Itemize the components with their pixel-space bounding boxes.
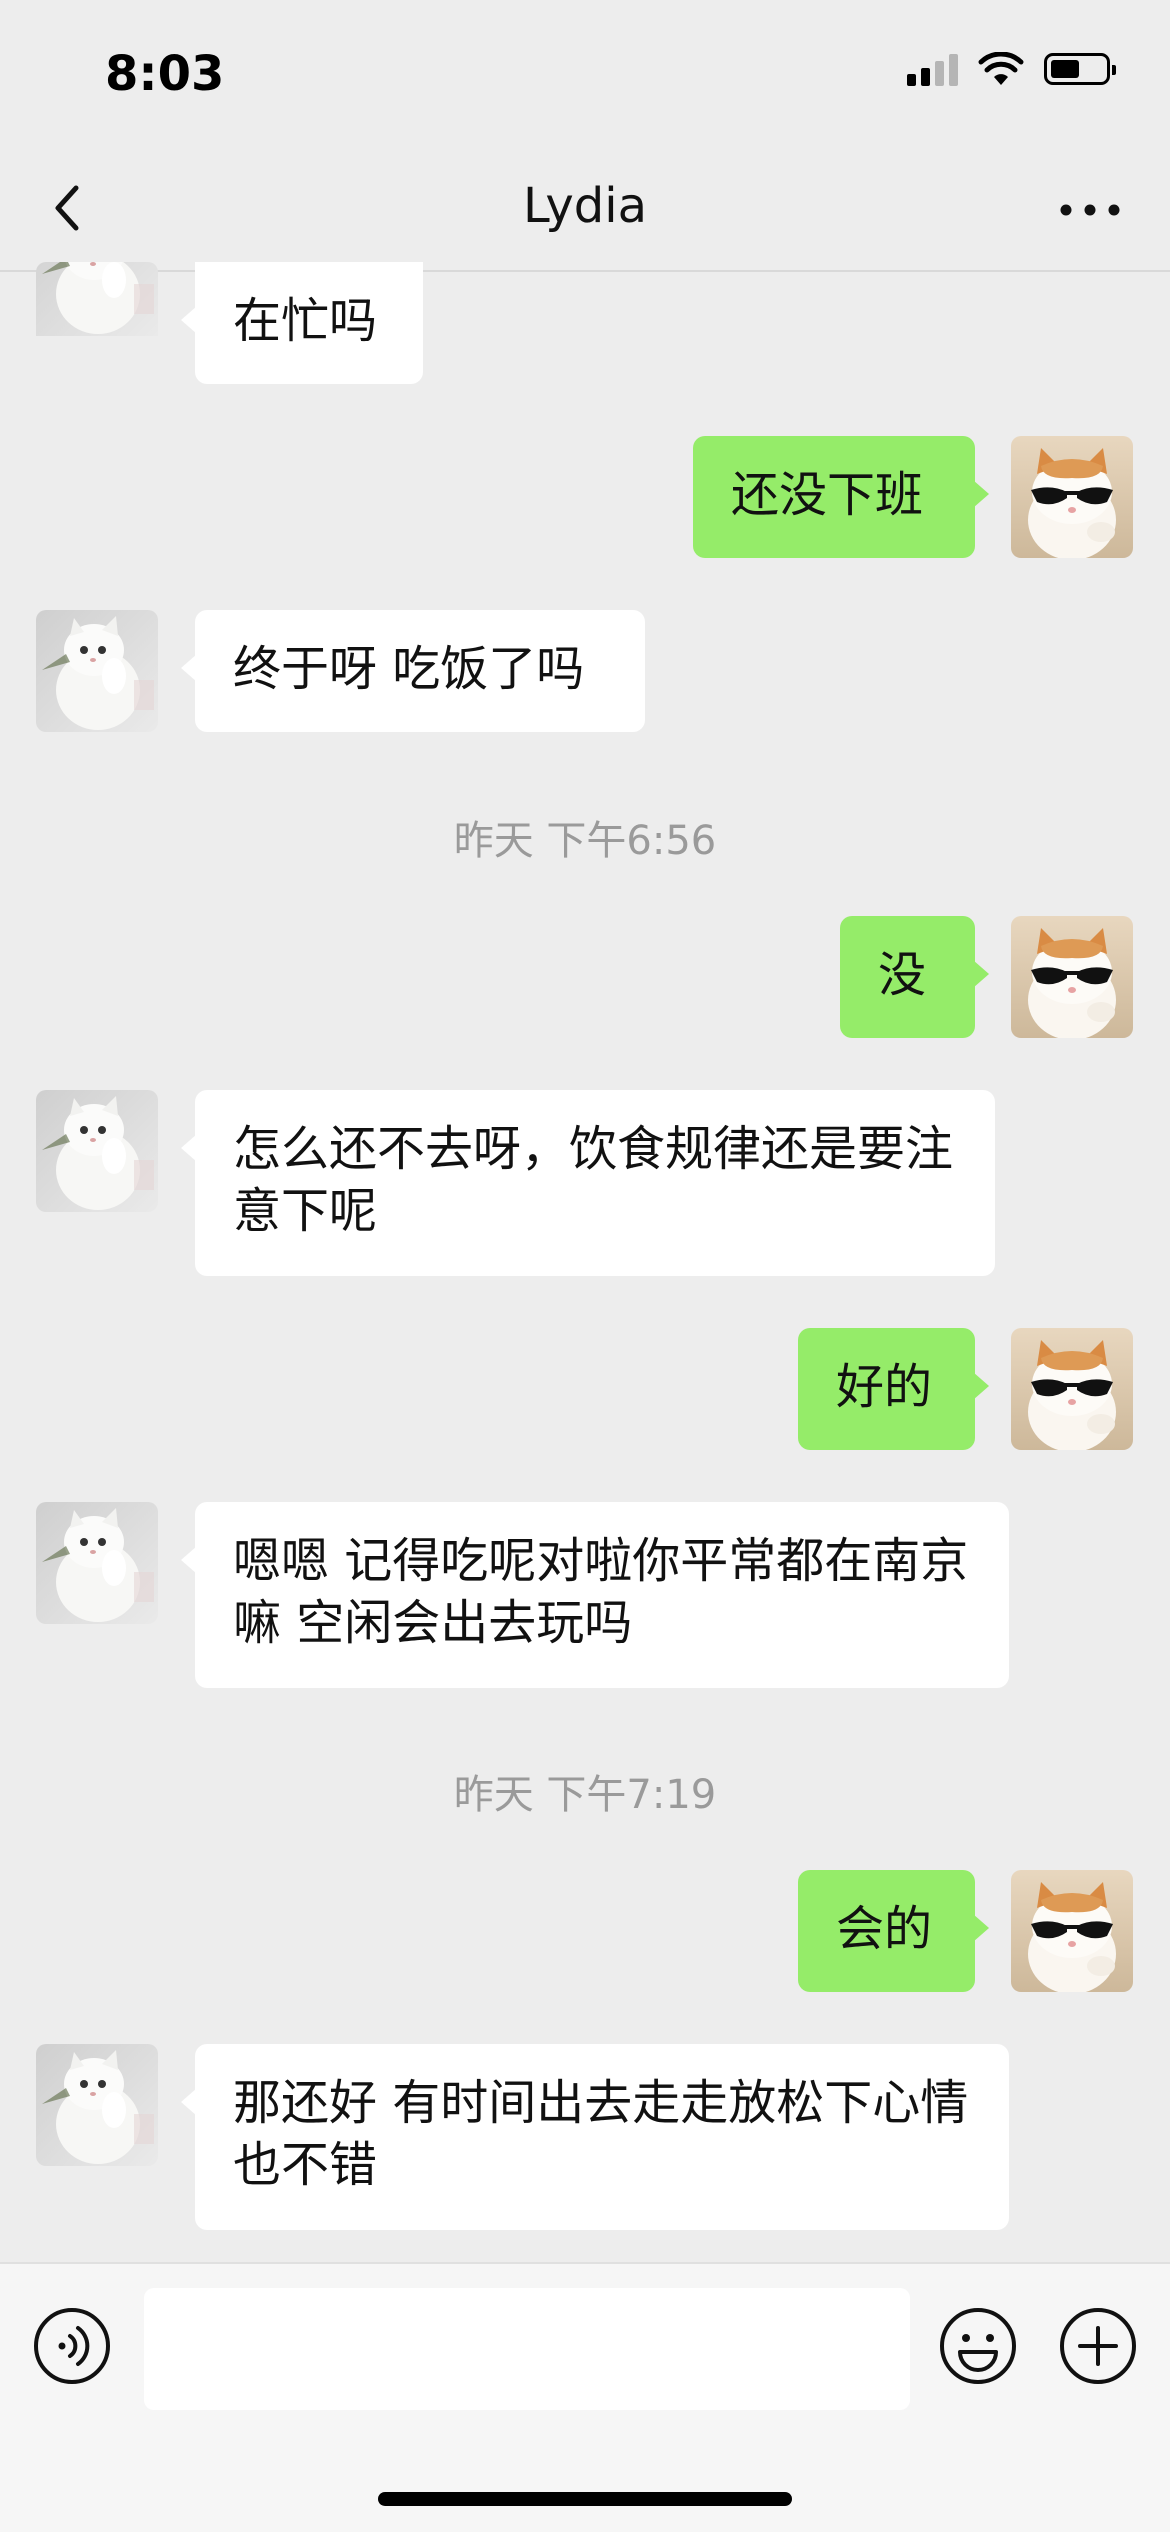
input-bar (0, 2262, 1170, 2532)
outgoing-message[interactable]: 会的 (798, 1870, 989, 1992)
chat-title: Lydia (523, 178, 647, 234)
chat-header: Lydia (0, 150, 1170, 272)
message-input[interactable] (144, 2288, 910, 2410)
my-avatar[interactable] (1011, 1328, 1133, 1450)
message-text: 终于呀 吃饭了吗 (233, 641, 585, 697)
contact-avatar[interactable] (36, 610, 158, 732)
message-timestamp: 昨天 下午7:19 (453, 1772, 717, 1818)
incoming-message[interactable]: 怎么还不去呀，饮食规律还是要注意下呢 (181, 1090, 995, 1276)
voice-icon[interactable] (32, 2306, 112, 2386)
outgoing-message[interactable]: 好的 (798, 1328, 989, 1450)
message-text: 嗯嗯 记得吃呢对啦你平常都在南京嘛 空闲会出去玩吗 (233, 1533, 969, 1651)
emoji-icon[interactable] (938, 2306, 1018, 2386)
my-avatar[interactable] (1011, 1870, 1133, 1992)
cellular-signal-icon (907, 52, 958, 86)
incoming-message[interactable]: 嗯嗯 记得吃呢对啦你平常都在南京嘛 空闲会出去玩吗 (181, 1502, 1009, 1688)
my-avatar[interactable] (1011, 916, 1133, 1038)
contact-avatar[interactable] (36, 1090, 158, 1212)
message-text: 还没下班 (731, 467, 924, 523)
incoming-message[interactable]: 终于呀 吃饭了吗 (181, 610, 645, 732)
outgoing-message[interactable]: 还没下班 (693, 436, 989, 558)
contact-avatar[interactable] (36, 2044, 158, 2166)
more-dots-icon[interactable] (1050, 180, 1130, 240)
outgoing-message[interactable]: 没 (840, 916, 989, 1038)
incoming-message[interactable]: 那还好 有时间出去走走放松下心情也不错 (181, 2044, 1009, 2230)
status-time: 8:03 (105, 46, 225, 102)
home-indicator[interactable] (378, 2492, 792, 2506)
message-text: 会的 (836, 1901, 933, 1957)
message-text: 没 (878, 947, 927, 1003)
message-text: 怎么还不去呀，饮食规律还是要注意下呢 (233, 1121, 954, 1239)
status-icons (907, 52, 1116, 86)
plus-icon[interactable] (1058, 2306, 1138, 2386)
contact-avatar[interactable] (36, 1502, 158, 1624)
my-avatar[interactable] (1011, 436, 1133, 558)
message-timestamp: 昨天 下午6:56 (453, 818, 717, 864)
message-text: 好的 (836, 1359, 933, 1415)
battery-icon (1044, 53, 1116, 85)
message-text: 在忙吗 (233, 293, 378, 349)
contact-avatar[interactable] (36, 262, 158, 384)
incoming-message[interactable]: 在忙吗 (181, 262, 423, 384)
status-bar: 8:03 (0, 0, 1170, 150)
message-text: 那还好 有时间出去走走放松下心情也不错 (233, 2075, 969, 2193)
wifi-icon (978, 52, 1024, 85)
